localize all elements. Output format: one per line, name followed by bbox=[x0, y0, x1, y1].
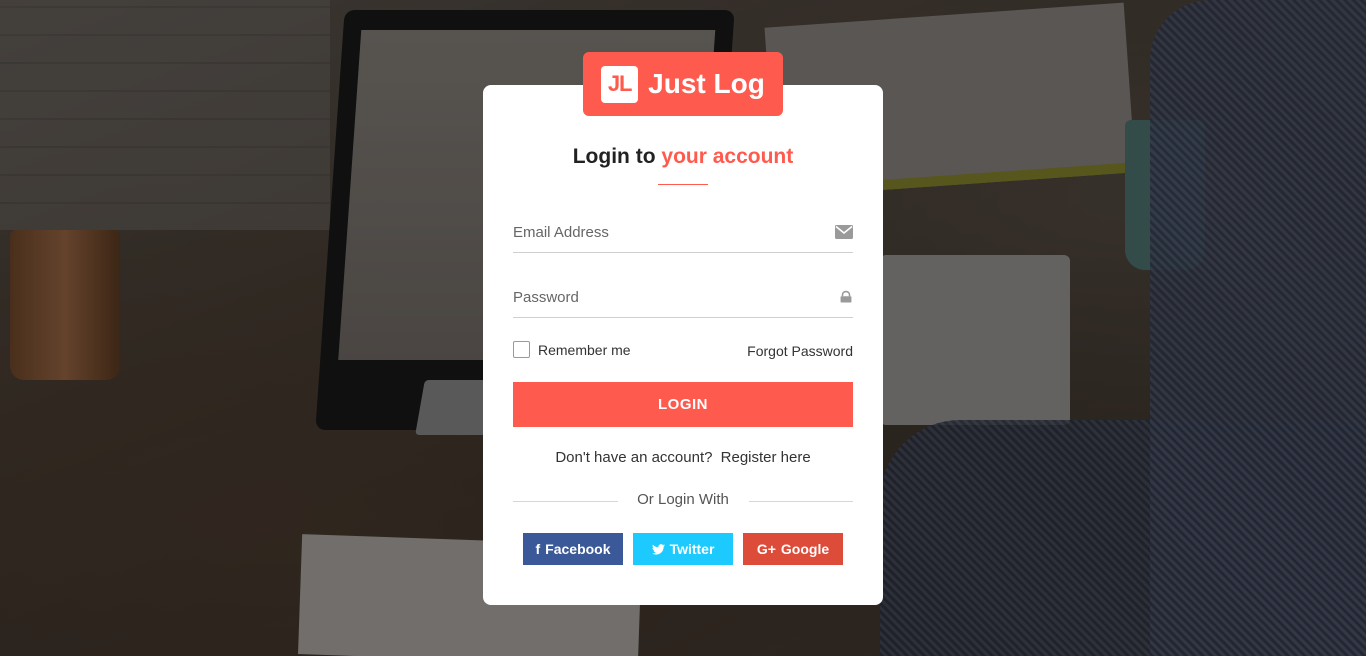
register-link[interactable]: Register here bbox=[721, 449, 811, 466]
lock-icon bbox=[840, 290, 852, 303]
twitter-label: Twitter bbox=[669, 541, 715, 557]
twitter-icon bbox=[651, 543, 665, 555]
facebook-label: Facebook bbox=[545, 541, 611, 557]
google-plus-icon: G+ bbox=[756, 541, 776, 557]
register-text: Don't have an account? bbox=[555, 449, 713, 466]
login-button[interactable]: LOGIN bbox=[513, 382, 853, 427]
forgot-password-link[interactable]: Forgot Password bbox=[747, 343, 853, 359]
brand-mark-icon: JL bbox=[601, 65, 639, 103]
brand-logo: JL Just Log bbox=[583, 52, 783, 116]
envelope-icon bbox=[835, 225, 853, 239]
divider-right bbox=[749, 501, 853, 502]
email-field-wrapper bbox=[513, 213, 853, 253]
remember-me[interactable]: Remember me bbox=[513, 341, 631, 358]
password-input[interactable] bbox=[513, 278, 853, 317]
register-prompt: Don't have an account? Register here bbox=[483, 449, 883, 466]
brand-name: Just Log bbox=[648, 68, 765, 99]
google-login-button[interactable]: G+ Google bbox=[743, 533, 843, 565]
heading-underline bbox=[658, 184, 708, 185]
heading-prefix: Login to bbox=[572, 145, 656, 168]
facebook-login-button[interactable]: f Facebook bbox=[523, 533, 623, 565]
heading-accent: your account bbox=[661, 145, 794, 168]
facebook-icon: f bbox=[535, 541, 541, 557]
login-card: Login to your account Remember me Forgot… bbox=[483, 85, 883, 605]
or-login-with: Or Login With bbox=[637, 491, 729, 508]
remember-label: Remember me bbox=[538, 341, 631, 358]
twitter-login-button[interactable]: Twitter bbox=[633, 533, 733, 565]
login-heading: Login to your account bbox=[483, 145, 883, 169]
password-field-wrapper bbox=[513, 278, 853, 318]
google-label: Google bbox=[780, 541, 830, 557]
remember-checkbox[interactable] bbox=[513, 341, 530, 358]
email-input[interactable] bbox=[513, 213, 853, 252]
